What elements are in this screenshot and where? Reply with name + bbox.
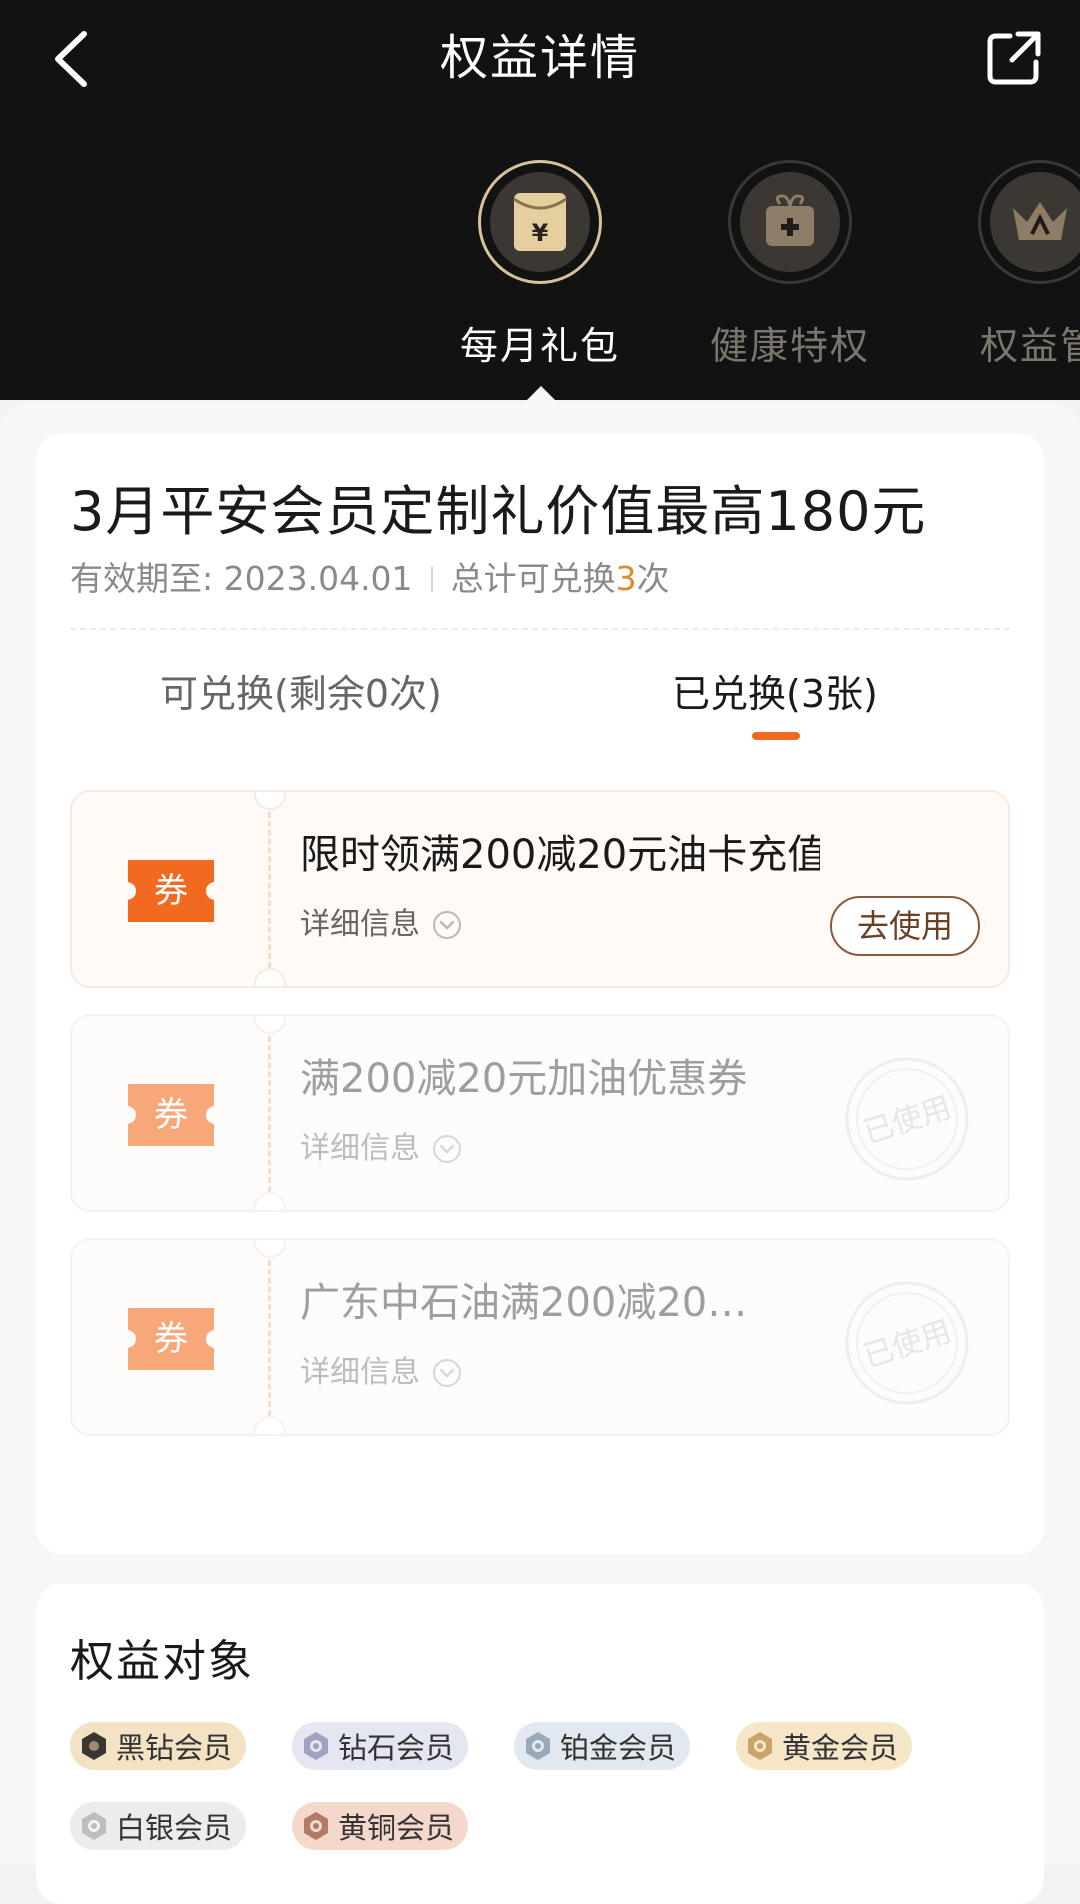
red-envelope-icon: ¥: [513, 193, 567, 251]
member-chip-silver: 白银会员: [70, 1802, 247, 1850]
section-divider: [70, 628, 1010, 630]
validity-text: 有效期至: 2023.04.01: [70, 559, 413, 598]
section-title: 权益对象: [70, 1636, 254, 1687]
platinum-badge-icon: [526, 1732, 550, 1760]
coupon-detail-toggle[interactable]: 详细信息: [300, 1128, 462, 1170]
chevron-down-circle-icon: [433, 911, 461, 939]
coupon-detail-toggle[interactable]: 详细信息: [300, 1352, 462, 1394]
coupon-item[interactable]: 券 满200减20元加油优惠券 详细信息 已使用: [70, 1014, 1010, 1212]
coupon-name: 限时领满200减20元油卡充值券: [300, 832, 820, 878]
gift-title: 3月平安会员定制礼价值最高180元: [70, 480, 927, 543]
tab-redeemable[interactable]: 可兑换(剩余0次): [160, 668, 442, 720]
member-chip-black-diamond: 黑钻会员: [70, 1722, 247, 1770]
perforation: [268, 812, 271, 968]
member-chip-gold: 黄金会员: [736, 1722, 913, 1770]
category-monthly-gift[interactable]: ¥ 每月礼包: [415, 160, 665, 370]
total-count: 3: [615, 559, 637, 598]
active-category-pointer: [525, 386, 557, 402]
chevron-down-circle-icon: [433, 1359, 461, 1387]
coupon-badge: 券: [154, 1319, 188, 1359]
gift-meta: 有效期至: 2023.04.01 总计可兑换 3 次: [70, 556, 670, 602]
category-label: 健康特权: [709, 324, 870, 368]
crown-icon: [1013, 202, 1067, 240]
coupon-stub: 券: [72, 1016, 268, 1210]
used-stamp-icon: 已使用: [845, 1057, 969, 1181]
member-chip-bronze: 黄铜会员: [292, 1802, 469, 1850]
category-label: 权益管: [979, 324, 1080, 368]
tab-redeemed[interactable]: 已兑换(3张): [672, 668, 878, 720]
coupon-badge: 券: [154, 1095, 188, 1135]
svg-text:¥: ¥: [532, 219, 549, 247]
coupon-badge: 券: [154, 871, 188, 911]
member-chip-diamond: 钻石会员: [292, 1722, 469, 1770]
tab-indicator: [752, 732, 800, 740]
coupon-name: 满200减20元加油优惠券: [300, 1056, 748, 1102]
use-coupon-button[interactable]: 去使用: [830, 896, 980, 956]
member-chip-platinum: 铂金会员: [514, 1722, 691, 1770]
bronze-badge-icon: [304, 1812, 328, 1840]
detail-label: 详细信息: [300, 1355, 420, 1390]
detail-label: 详细信息: [300, 907, 420, 942]
silver-badge-icon: [82, 1812, 106, 1840]
category-label: 每月礼包: [459, 324, 620, 368]
member-label: 铂金会员: [560, 1731, 677, 1765]
category-health-privilege[interactable]: 健康特权: [665, 160, 915, 370]
coupon-item[interactable]: 券 广东中石油满200减20… 详细信息 已使用: [70, 1238, 1010, 1436]
member-label: 黑钻会员: [116, 1731, 233, 1765]
gold-badge-icon: [748, 1732, 772, 1760]
coupon-stub: 券: [72, 1240, 268, 1434]
coupon-item[interactable]: 券 限时领满200减20元油卡充值券 详细信息 去使用: [70, 790, 1010, 988]
header-bar: 权益详情 ¥ 每月礼包 健康特权 权益: [0, 0, 1080, 402]
total-prefix: 总计可兑换: [450, 559, 616, 598]
used-stamp-icon: 已使用: [845, 1281, 969, 1405]
gift-box-icon: [766, 194, 814, 246]
used-stamp-text: 已使用: [859, 1090, 955, 1151]
chevron-down-circle-icon: [433, 1135, 461, 1163]
page-title: 权益详情: [439, 30, 640, 86]
black-diamond-badge-icon: [82, 1732, 106, 1760]
perforation: [268, 1260, 271, 1416]
total-suffix: 次: [636, 559, 670, 598]
share-icon[interactable]: [984, 28, 1044, 88]
used-stamp-text: 已使用: [859, 1314, 955, 1375]
perforation: [268, 1036, 271, 1192]
member-label: 黄铜会员: [338, 1811, 455, 1845]
member-label: 钻石会员: [338, 1731, 455, 1765]
coupon-detail-toggle[interactable]: 详细信息: [300, 904, 462, 946]
member-label: 黄金会员: [782, 1731, 899, 1765]
coupon-stub: 券: [72, 792, 268, 986]
category-benefit-manage[interactable]: 权益管: [915, 160, 1080, 370]
member-label: 白银会员: [116, 1811, 233, 1845]
divider: [430, 566, 433, 592]
diamond-badge-icon: [304, 1732, 328, 1760]
coupon-name: 广东中石油满200减20…: [300, 1280, 748, 1326]
detail-label: 详细信息: [300, 1131, 420, 1166]
